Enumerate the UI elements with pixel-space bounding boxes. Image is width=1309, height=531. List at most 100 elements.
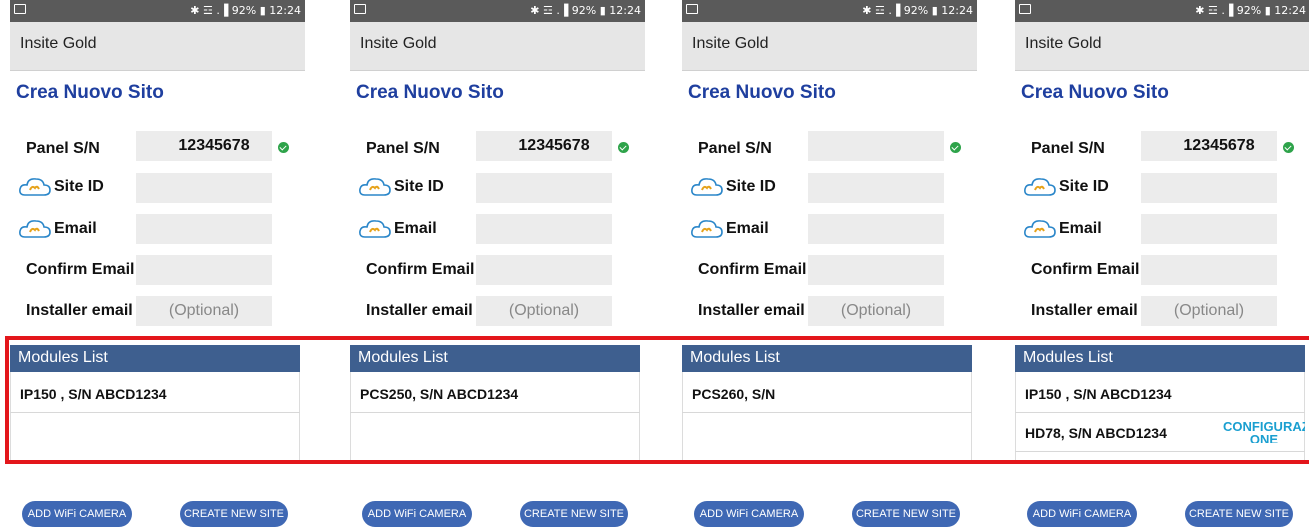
confirm-email-field[interactable] [1141,255,1277,285]
module-name: IP150 , S/N ABCD1234 [20,386,167,402]
email-field[interactable] [476,214,612,244]
add-wifi-camera-button[interactable]: ADD WiFi CAMERA [22,501,132,527]
create-new-site-button[interactable]: CREATE NEW SITE [520,501,628,527]
modules-list-header: Modules List [682,345,972,372]
module-row[interactable]: PCS250, S/N ABCD1234 [350,374,640,413]
site-id-label: Site ID [726,178,776,196]
status-bar-info: ✱ ☲ .▐ 92% ▮ 12:24 [530,4,641,17]
phone-screen: ✱ ☲ .▐ 92% ▮ 12:24 Insite Gold Crea Nuov… [350,0,645,531]
confirm-email-label: Confirm Email: [366,261,480,278]
status-bar: ✱ ☲ .▐ 92% ▮ 12:24 [1015,0,1309,22]
email-label: Email [726,220,769,238]
module-name: PCS260, S/N [692,386,776,402]
create-new-site-button[interactable]: CREATE NEW SITE [1185,501,1293,527]
create-new-site-button[interactable]: CREATE NEW SITE [852,501,960,527]
create-new-site-button[interactable]: CREATE NEW SITE [180,501,288,527]
app-title: Insite Gold [360,35,437,52]
phone-screen: ✱ ☲ .▐ 92% ▮ 12:24 Insite Gold Crea Nuov… [10,0,305,531]
cloud-icon [18,176,52,198]
status-bar-info: ✱ ☲ .▐ 92% ▮ 12:24 [190,4,301,17]
panel-sn-field[interactable]: 12345678 [1141,131,1277,161]
notification-icon [1019,4,1031,14]
status-bar: ✱ ☲ .▐ 92% ▮ 12:24 [10,0,305,22]
page-title: Crea Nuovo Sito [688,82,836,103]
confirm-email-label: Confirm Email: [1031,261,1145,278]
site-id-label-row: Site ID [18,176,104,198]
site-id-field[interactable] [1141,173,1277,203]
panel-sn-label: Panel S/N [26,140,100,157]
site-id-label-row: Site ID [690,176,776,198]
site-id-field[interactable] [808,173,944,203]
notification-icon [354,4,366,14]
email-label: Email [54,220,97,238]
site-id-label: Site ID [394,178,444,196]
installer-email-field[interactable]: (Optional) [1141,296,1277,326]
site-id-field[interactable] [136,173,272,203]
app-title: Insite Gold [20,35,97,52]
installer-email-label: Installer email [366,302,473,319]
panel-sn-field[interactable] [808,131,944,161]
confirm-email-field[interactable] [136,255,272,285]
email-field[interactable] [1141,214,1277,244]
module-name: HD78, S/N ABCD1234 [1025,425,1167,441]
phone-screen: ✱ ☲ .▐ 92% ▮ 12:24 Insite Gold Crea Nuov… [682,0,977,531]
modules-list-title: Modules List [358,349,448,366]
panel-sn-field[interactable]: 12345678 [136,131,272,161]
app-title: Insite Gold [692,35,769,52]
module-row[interactable]: IP150 , S/N ABCD1234 [10,374,300,413]
app-bar: Insite Gold [350,22,645,71]
confirm-email-label: Confirm Email: [26,261,140,278]
email-field[interactable] [136,214,272,244]
module-row[interactable]: HD78, S/N ABCD1234 CONFIGURAZI ONE [1015,413,1305,452]
module-name: IP150 , S/N ABCD1234 [1025,386,1172,402]
add-wifi-camera-button[interactable]: ADD WiFi CAMERA [362,501,472,527]
installer-email-field[interactable]: (Optional) [136,296,272,326]
modules-list-title: Modules List [18,349,108,366]
installer-email-placeholder: (Optional) [168,302,240,319]
app-bar: Insite Gold [682,22,977,71]
installer-email-placeholder: (Optional) [508,302,580,319]
site-id-field[interactable] [476,173,612,203]
modules-list-header: Modules List [10,345,300,372]
module-name: PCS250, S/N ABCD1234 [360,386,519,402]
installer-email-field[interactable]: (Optional) [808,296,944,326]
installer-email-label: Installer email [698,302,805,319]
installer-email-label: Installer email [26,302,133,319]
add-wifi-camera-button[interactable]: ADD WiFi CAMERA [694,501,804,527]
valid-check-icon [618,142,629,153]
cloud-icon [1023,218,1057,240]
configure-link[interactable]: CONFIGURAZI ONE [1223,420,1305,443]
cloud-icon [358,176,392,198]
valid-check-icon [278,142,289,153]
installer-email-field[interactable]: (Optional) [476,296,612,326]
panel-sn-field[interactable]: 12345678 [476,131,612,161]
panel-sn-value: 12345678 [518,137,590,154]
installer-email-label: Installer email [1031,302,1138,319]
cloud-icon [1023,176,1057,198]
valid-check-icon [1283,142,1294,153]
site-id-label: Site ID [1059,178,1109,196]
confirm-email-field[interactable] [808,255,944,285]
installer-email-placeholder: (Optional) [1173,302,1245,319]
status-bar-info: ✱ ☲ .▐ 92% ▮ 12:24 [862,4,973,17]
cloud-icon [18,218,52,240]
add-wifi-camera-button[interactable]: ADD WiFi CAMERA [1027,501,1137,527]
installer-email-placeholder: (Optional) [840,302,912,319]
app-bar: Insite Gold [1015,22,1309,71]
page-title: Crea Nuovo Sito [1021,82,1169,103]
modules-list-header: Modules List [350,345,640,372]
modules-list-title: Modules List [690,349,780,366]
module-row[interactable]: IP150 , S/N ABCD1234 [1015,374,1305,413]
email-label: Email [1059,220,1102,238]
email-label-row: Email [690,218,769,240]
app-title: Insite Gold [1025,35,1102,52]
confirm-email-field[interactable] [476,255,612,285]
email-field[interactable] [808,214,944,244]
valid-check-icon [950,142,961,153]
cloud-icon [690,176,724,198]
module-row[interactable]: PCS260, S/N [682,374,972,413]
app-bar: Insite Gold [10,22,305,71]
panel-sn-label: Panel S/N [1031,140,1105,157]
status-bar: ✱ ☲ .▐ 92% ▮ 12:24 [682,0,977,22]
site-id-label-row: Site ID [358,176,444,198]
